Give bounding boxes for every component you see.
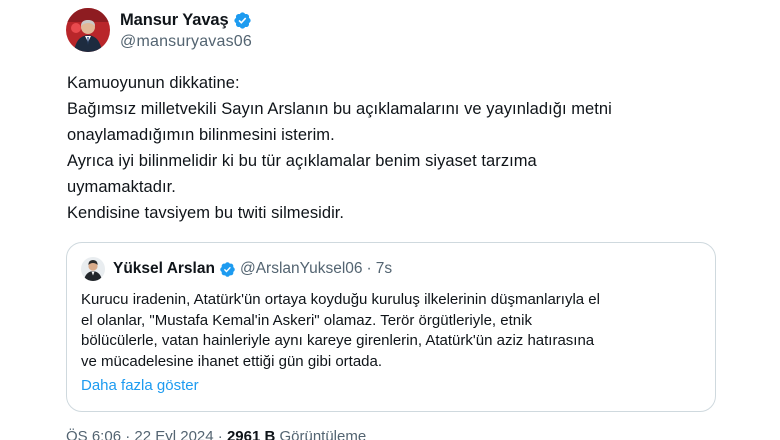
views-label: Görüntüleme — [279, 428, 367, 440]
quoted-timestamp[interactable]: 7s — [376, 260, 392, 278]
quoted-tweet-text: Kurucu iradenin, Atatürk'ün ortaya koydu… — [81, 290, 711, 372]
verified-badge-icon — [233, 11, 251, 29]
quoted-text-line: Kurucu iradenin, Atatürk'ün ortaya koydu… — [81, 291, 600, 308]
tweet-text-line: Kendisine tavsiyem bu twiti silmesidir. — [67, 204, 345, 222]
tweet-meta: ÖS 6:06 · 22 Eyl 2024 · 2961 B Görüntüle… — [66, 428, 366, 440]
quoted-tweet-header: Yüksel Arslan @ArslanYuksel06 · 7s — [81, 257, 392, 281]
quoted-text-line: ve mücadelesine ihanet ettiği gün gibi o… — [81, 352, 383, 370]
avatar-image — [66, 8, 110, 52]
author-handle[interactable]: @mansuryavas06 — [120, 33, 252, 51]
views-count: 2961 B — [226, 428, 276, 440]
quoted-text-line: bölücülerle, vatan hainleriyle aynı kare… — [81, 332, 595, 349]
author-name[interactable]: Mansur Yavaş — [120, 11, 229, 30]
tweet-text-line: Kamuoyunun dikkatine: — [67, 74, 240, 92]
tweet-text-line: onaylamadığımın bilinmesini isterim. — [67, 126, 335, 144]
tweet-text-line: Bağımsız milletvekili Sayın Arslanın bu … — [67, 100, 612, 118]
quoted-author-handle[interactable]: @ArslanYuksel06 — [240, 260, 363, 278]
tweet-text: Kamuoyunun dikkatine: Bağımsız milletvek… — [67, 70, 747, 226]
quoted-verified-badge-icon — [220, 261, 235, 277]
tweet: Mansur Yavaş @mansuryavas06 Kamuoyunun d… — [0, 0, 780, 440]
tweet-text-line: uymamaktadır. — [67, 178, 176, 196]
tweet-text-line: Ayrıca iyi bilinmelidir ki bu tür açıkla… — [67, 152, 537, 170]
quoted-author-avatar — [81, 257, 105, 281]
quoted-author-name[interactable]: Yüksel Arslan — [113, 260, 215, 278]
tweet-header: Mansur Yavaş @mansuryavas06 — [66, 8, 252, 52]
author-avatar[interactable] — [66, 8, 110, 52]
quoted-tweet[interactable]: Yüksel Arslan @ArslanYuksel06 · 7s Kuruc… — [66, 242, 716, 412]
quoted-text-line: el olanlar, "Mustafa Kemal'in Askeri" ol… — [81, 311, 532, 329]
show-more-link[interactable]: Daha fazla göster — [81, 377, 199, 394]
quoted-separator: · — [366, 260, 372, 277]
quoted-avatar-image — [81, 257, 105, 281]
tweet-timestamp[interactable]: ÖS 6:06 · 22 Eyl 2024 · — [66, 428, 223, 440]
